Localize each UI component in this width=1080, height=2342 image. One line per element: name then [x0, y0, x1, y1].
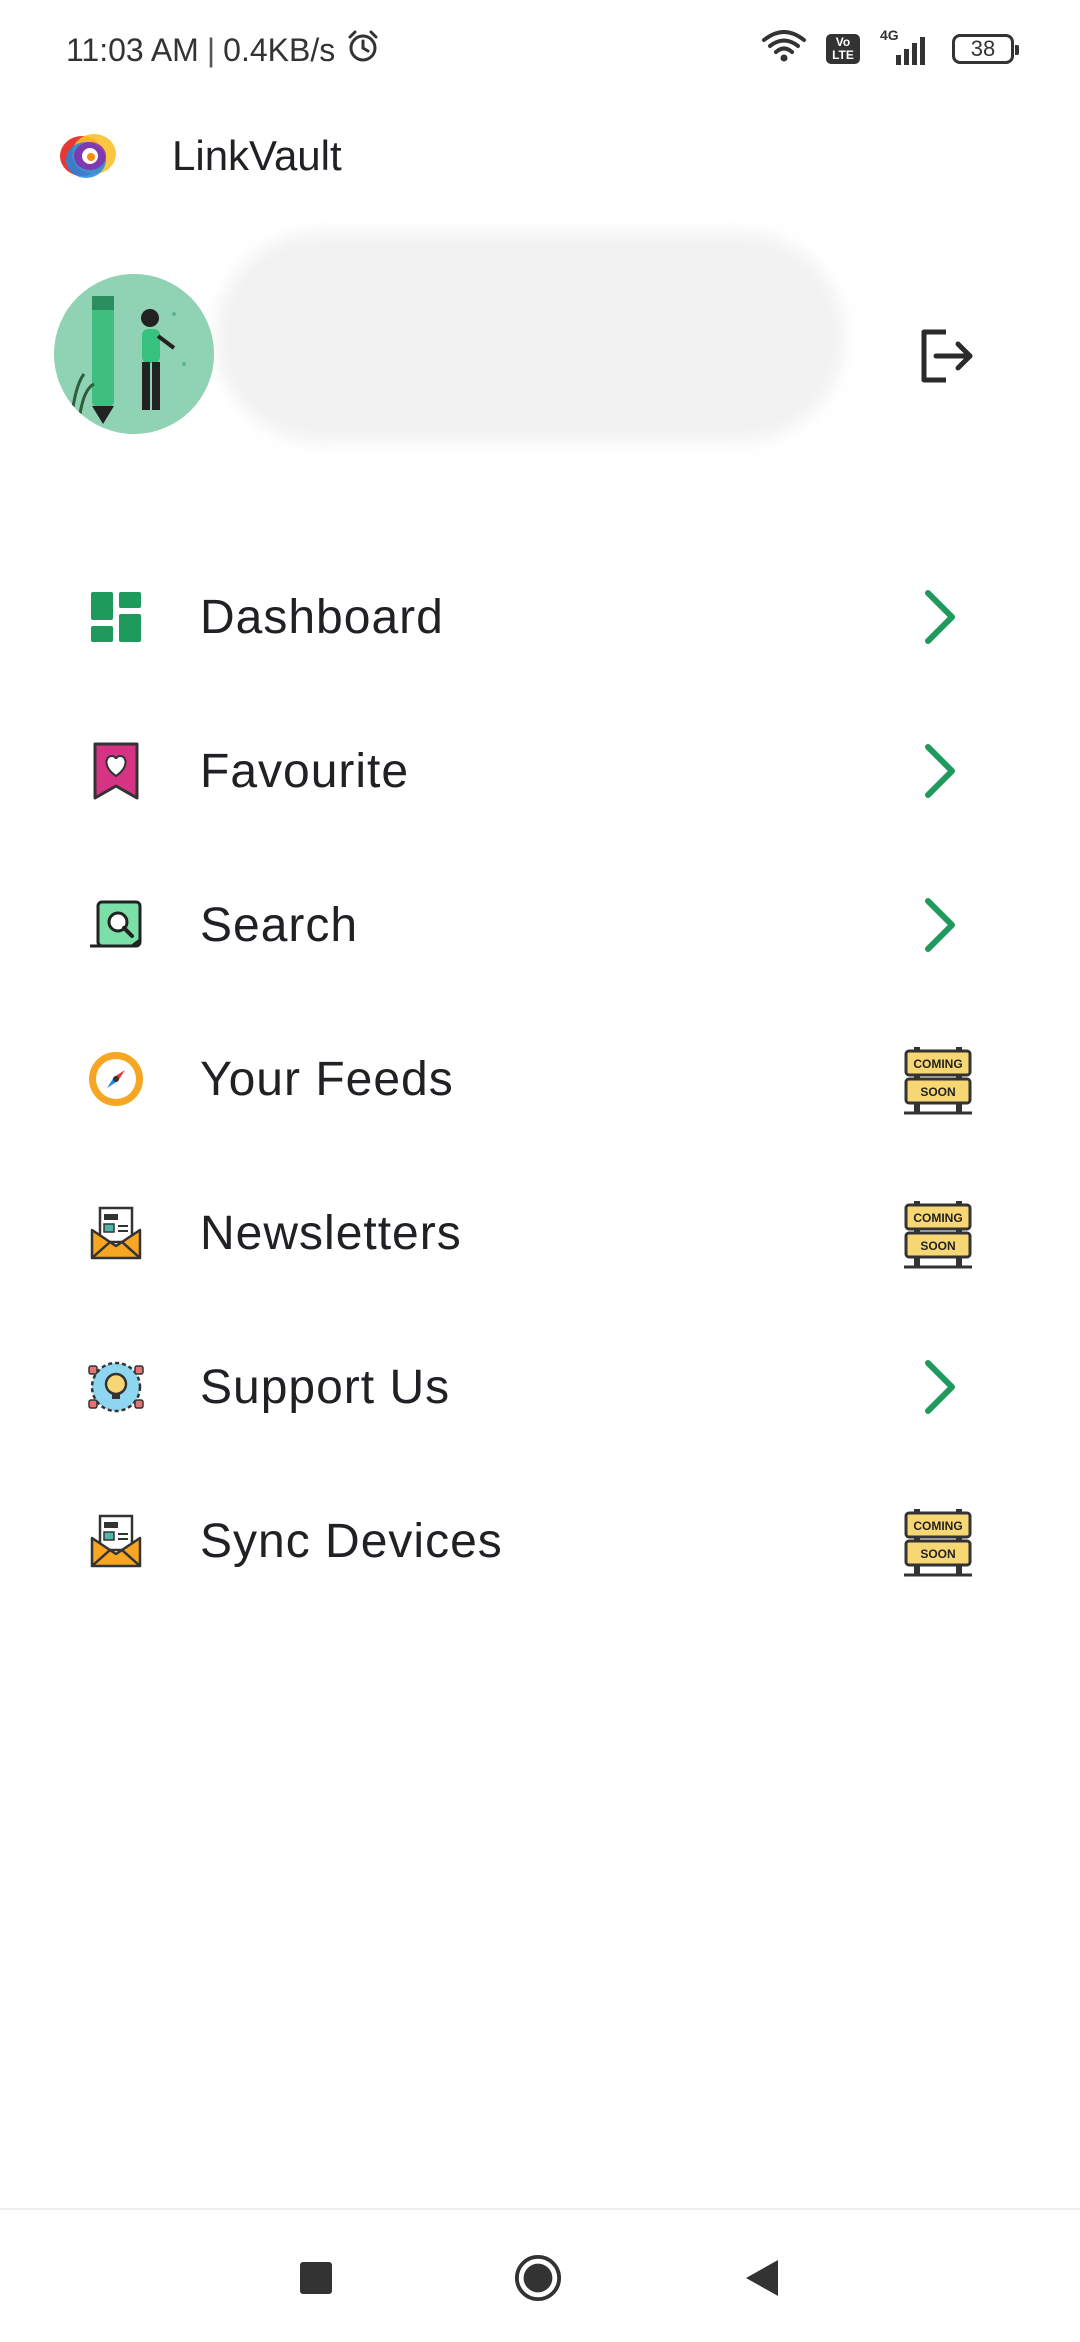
- menu-item-label: Newsletters: [200, 1206, 462, 1260]
- menu-item-label: Sync Devices: [200, 1514, 503, 1568]
- compass-icon: [86, 1049, 146, 1109]
- app-header: LinkVault: [56, 128, 342, 184]
- status-separator: |: [206, 31, 216, 68]
- status-bar: 11:03 AM | 0.4KB/s Vo LTE 4G 38: [0, 0, 1080, 100]
- status-time: 11:03 AM: [66, 31, 199, 68]
- menu-item-label: Favourite: [200, 744, 410, 798]
- volte-bottom-text: LTE: [832, 47, 854, 62]
- news-envelope-icon: [86, 1511, 146, 1571]
- coming-soon-sign-icon: COMING SOON: [902, 1195, 974, 1271]
- alarm-icon: [345, 28, 381, 72]
- battery-indicator: 38: [952, 33, 1019, 64]
- status-network-speed: 0.4KB/s: [223, 31, 336, 68]
- dashboard-icon: [86, 587, 146, 647]
- menu-item-newsletters[interactable]: Newsletters COMING SOON: [0, 1156, 1080, 1310]
- menu-item-sync-devices[interactable]: Sync Devices COMING SOON: [0, 1464, 1080, 1618]
- logout-icon: [916, 326, 976, 391]
- menu-item-your-feeds[interactable]: Your Feeds COMING SOON: [0, 1002, 1080, 1156]
- coming-soon-line1: COMING: [913, 1211, 962, 1225]
- recents-button[interactable]: [292, 2254, 340, 2302]
- chevron-right-icon: [912, 585, 968, 649]
- menu-item-label: Support Us: [200, 1360, 451, 1414]
- menu-item-label: Your Feeds: [200, 1052, 454, 1106]
- menu-item-search[interactable]: Search: [0, 848, 1080, 1002]
- bookmark-heart-icon: [86, 741, 146, 801]
- cellular-signal-icon: 4G: [878, 27, 934, 67]
- logout-button[interactable]: [910, 322, 982, 394]
- volte-icon: Vo LTE: [826, 33, 860, 64]
- chevron-right-icon: [912, 1355, 968, 1419]
- coming-soon-line1: COMING: [913, 1519, 962, 1533]
- news-envelope-icon: [86, 1203, 146, 1263]
- search-document-icon: [86, 895, 146, 955]
- coming-soon-sign-icon: COMING SOON: [902, 1041, 974, 1117]
- menu-item-favourite[interactable]: Favourite: [0, 694, 1080, 848]
- chevron-right-icon: [912, 893, 968, 957]
- coming-soon-line2: SOON: [920, 1085, 955, 1099]
- app-title: LinkVault: [172, 132, 342, 179]
- chevron-right-icon: [912, 739, 968, 803]
- home-button[interactable]: [514, 2254, 562, 2302]
- menu-item-label: Search: [200, 898, 359, 952]
- system-navigation-bar: [0, 2208, 1080, 2342]
- volte-top-text: Vo: [835, 34, 851, 49]
- coming-soon-line2: SOON: [920, 1239, 955, 1253]
- status-right: Vo LTE 4G 38: [760, 27, 1019, 69]
- coming-soon-sign-icon: COMING SOON: [902, 1503, 974, 1579]
- wifi-icon: [760, 28, 808, 69]
- status-left: 11:03 AM | 0.4KB/s: [66, 28, 381, 72]
- menu-item-label: Dashboard: [200, 590, 444, 644]
- idea-support-icon: [86, 1357, 146, 1417]
- menu-item-dashboard[interactable]: Dashboard: [0, 540, 1080, 694]
- app-logo-icon: [56, 128, 120, 184]
- menu-item-support-us[interactable]: Support Us: [0, 1310, 1080, 1464]
- user-name-blurred: [215, 232, 845, 442]
- avatar[interactable]: [54, 274, 214, 434]
- coming-soon-line2: SOON: [920, 1547, 955, 1561]
- coming-soon-line1: COMING: [913, 1057, 962, 1071]
- back-button[interactable]: [738, 2254, 786, 2302]
- navigation-menu: Dashboard Favourite Search Your Feeds CO…: [0, 540, 1080, 1618]
